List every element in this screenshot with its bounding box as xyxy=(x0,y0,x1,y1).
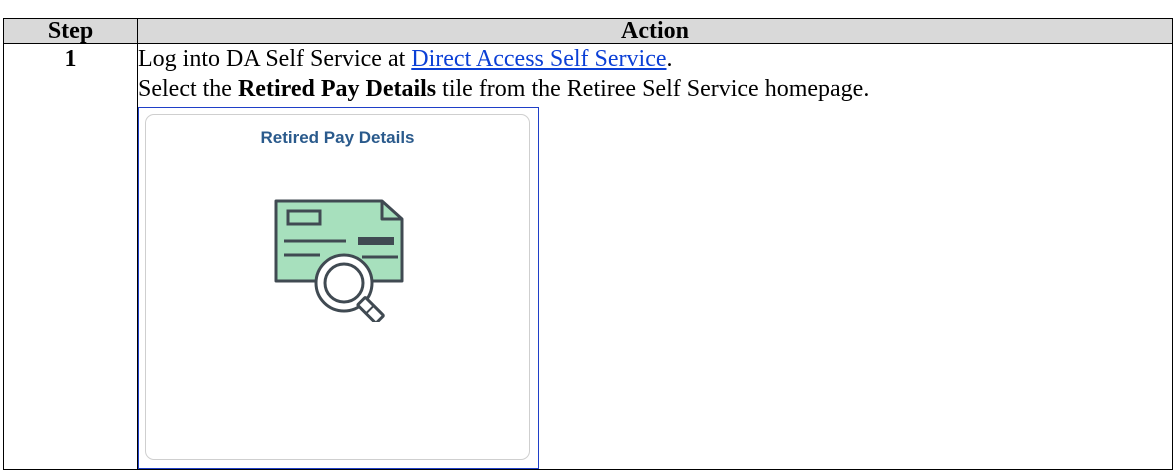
header-action: Action xyxy=(137,18,1173,44)
action-cell: Log into DA Self Service at Direct Acces… xyxy=(137,43,1173,470)
table-row: 1 Log into DA Self Service at Direct Acc… xyxy=(3,43,1173,470)
instruction-line-2: Select the Retired Pay Details tile from… xyxy=(138,74,1172,104)
table-header-row: Step Action xyxy=(3,18,1173,44)
instructions-table: Step Action 1 Log into DA Self Service a… xyxy=(3,18,1173,470)
check-search-icon xyxy=(274,197,406,330)
instruction-1-suffix: . xyxy=(666,46,673,72)
direct-access-link[interactable]: Direct Access Self Service xyxy=(411,46,666,72)
tile-title: Retired Pay Details xyxy=(260,128,415,147)
header-step: Step xyxy=(3,18,138,44)
instruction-2-suffix: tile from the Retiree Self Service homep… xyxy=(436,76,870,102)
step-number: 1 xyxy=(3,43,138,470)
instruction-2-prefix: Select the xyxy=(138,76,238,102)
instruction-2-bold: Retired Pay Details xyxy=(237,76,437,102)
instruction-line-1: Log into DA Self Service at Direct Acces… xyxy=(138,44,1172,74)
tile-screenshot-frame: Retired Pay Details xyxy=(138,107,539,469)
instruction-1-prefix: Log into DA Self Service at xyxy=(138,46,412,72)
retired-pay-details-tile[interactable]: Retired Pay Details xyxy=(145,114,530,460)
